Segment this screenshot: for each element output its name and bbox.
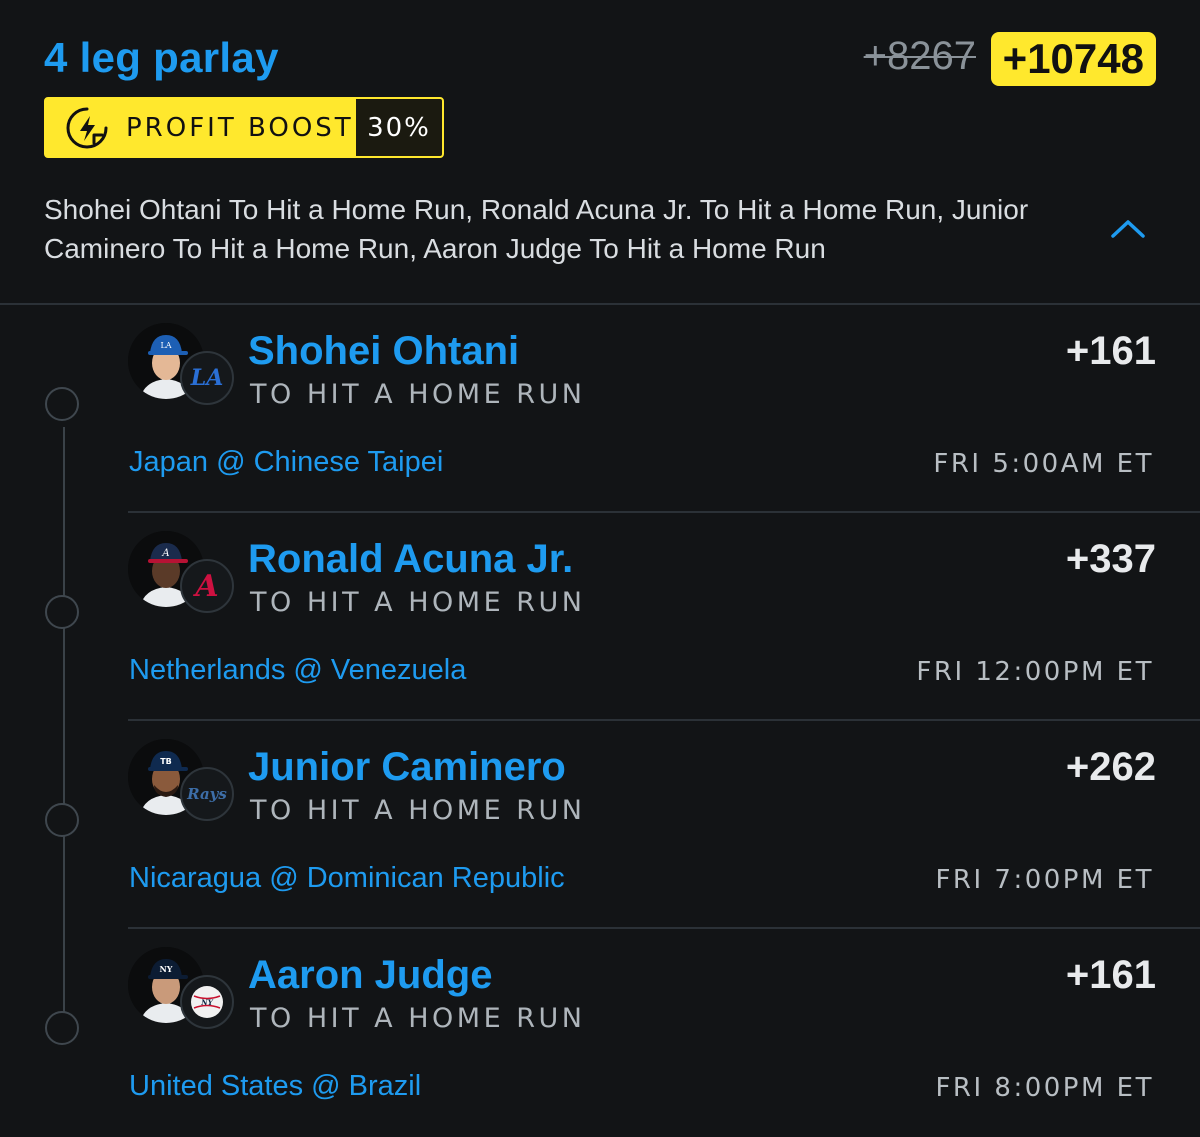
game-time: FRI 12:00PM ET — [916, 657, 1154, 687]
player-name[interactable]: Shohei Ohtani — [248, 329, 519, 374]
svg-text:TB: TB — [160, 757, 172, 766]
player-name[interactable]: Aaron Judge — [248, 953, 492, 998]
leg-odds: +337 — [1065, 537, 1156, 581]
parlay-leg: TB Rays Junior Caminero TO HIT A HOME RU… — [0, 721, 1200, 929]
profit-boost-label: PROFIT BOOST — [126, 112, 354, 143]
matchup-link[interactable]: Japan @ Chinese Taipei — [129, 446, 443, 479]
lightning-bolt-icon — [66, 107, 108, 148]
yankees-logo-icon: NY — [180, 975, 234, 1029]
svg-text:NY: NY — [159, 964, 172, 974]
market-label: TO HIT A HOME RUN — [250, 795, 586, 826]
leg-odds: +262 — [1065, 745, 1156, 789]
parlay-leg: LA LA Shohei Ohtani TO HIT A HOME RUN +1… — [0, 305, 1200, 513]
dodgers-logo-icon: LA — [180, 351, 234, 405]
market-label: TO HIT A HOME RUN — [250, 379, 586, 410]
game-time: FRI 5:00AM ET — [933, 449, 1154, 479]
matchup-link[interactable]: Nicaragua @ Dominican Republic — [129, 862, 565, 895]
parlay-title: 4 leg parlay — [44, 34, 279, 81]
parlay-leg: A A Ronald Acuna Jr. TO HIT A HOME RUN +… — [0, 513, 1200, 721]
player-name[interactable]: Junior Caminero — [248, 745, 566, 790]
parlay-summary: Shohei Ohtani To Hit a Home Run, Ronald … — [44, 194, 1029, 264]
chevron-up-icon[interactable] — [1106, 214, 1150, 244]
parlay-header: 4 leg parlay +8267 +10748 PROFIT BOOST 3… — [0, 0, 1200, 305]
matchup-link[interactable]: Netherlands @ Venezuela — [129, 654, 466, 687]
profit-boost-label-area: PROFIT BOOST — [46, 99, 356, 156]
player-name[interactable]: Ronald Acuna Jr. — [248, 537, 573, 582]
leg-status-dot — [45, 595, 79, 629]
leg-status-dot — [45, 387, 79, 421]
profit-boost-percent: 30% — [356, 99, 442, 156]
market-label: TO HIT A HOME RUN — [250, 587, 586, 618]
matchup-link[interactable]: United States @ Brazil — [129, 1070, 421, 1103]
game-time: FRI 7:00PM ET — [935, 865, 1154, 895]
svg-text:NY: NY — [200, 998, 213, 1007]
leg-status-dot — [45, 803, 79, 837]
rays-logo-icon: Rays — [180, 767, 234, 821]
braves-logo-icon: A — [180, 559, 234, 613]
leg-odds: +161 — [1065, 329, 1156, 373]
svg-text:LA: LA — [160, 341, 171, 350]
leg-odds: +161 — [1065, 953, 1156, 997]
parlay-leg: NY NY Aaron Judge TO HIT A HOME RUN +161… — [0, 929, 1200, 1137]
original-odds: +8267 — [863, 34, 976, 78]
game-time: FRI 8:00PM ET — [935, 1073, 1154, 1103]
leg-status-dot — [45, 1011, 79, 1045]
svg-text:A: A — [161, 548, 169, 559]
profit-boost-badge: PROFIT BOOST 30% — [44, 97, 444, 158]
yankees-ball-icon: NY — [191, 986, 223, 1018]
boosted-odds-badge: +10748 — [990, 32, 1156, 86]
market-label: TO HIT A HOME RUN — [250, 1003, 586, 1034]
